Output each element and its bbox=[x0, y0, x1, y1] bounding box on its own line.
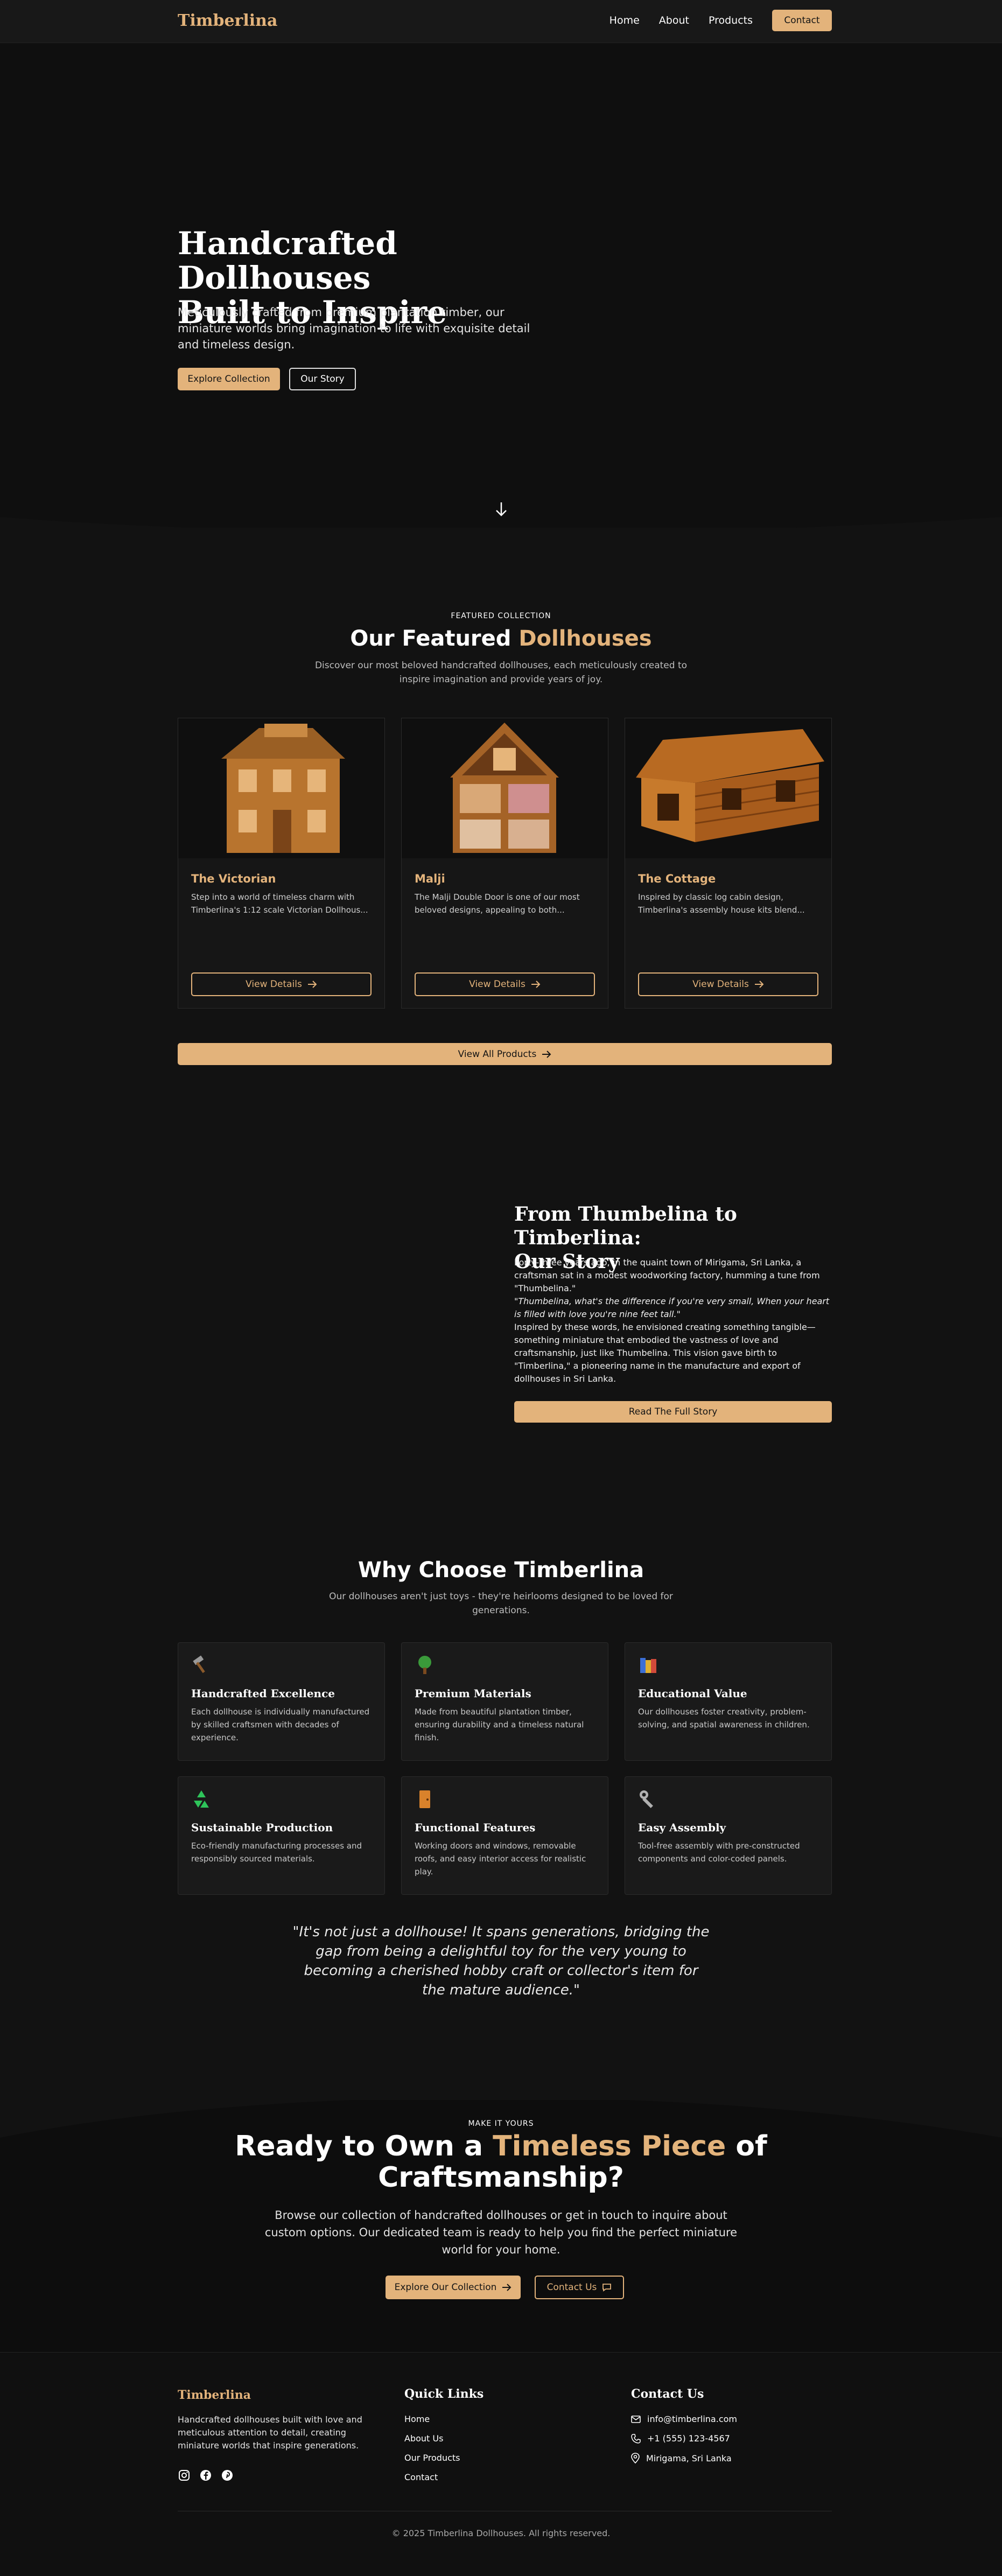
why-title: Why Choose Timberlina bbox=[358, 1558, 644, 1583]
footer-link-contact[interactable]: Contact bbox=[404, 2472, 438, 2482]
nav-link-about[interactable]: About bbox=[659, 15, 689, 26]
footer-phone[interactable]: +1 (555) 123-4567 bbox=[631, 2433, 730, 2444]
testimonial-quote: "It's not just a dollhouse! It spans gen… bbox=[292, 1924, 710, 1998]
feature-card: Educational Value Our dollhouses foster … bbox=[625, 1642, 832, 1761]
door-icon bbox=[415, 1789, 435, 1809]
nav-link-products[interactable]: Products bbox=[709, 15, 753, 26]
feature-description: Our dollhouses foster creativity, proble… bbox=[638, 1707, 810, 1730]
instagram-icon[interactable] bbox=[178, 2469, 191, 2482]
nav-links: Home About Products Contact bbox=[609, 10, 832, 31]
footer-about: Handcrafted dollhouses built with love a… bbox=[178, 2414, 362, 2451]
product-description: Step into a world of timeless charm with… bbox=[191, 892, 368, 915]
feature-card: Functional Features Working doors and wi… bbox=[401, 1776, 608, 1895]
pinterest-icon[interactable] bbox=[221, 2469, 234, 2482]
product-description: The Malji Double Door is one of our most… bbox=[415, 892, 580, 915]
feature-card: Easy Assembly Tool-free assembly with pr… bbox=[625, 1776, 832, 1895]
featured-eyebrow: FEATURED COLLECTION bbox=[451, 612, 551, 620]
view-all-products-button[interactable]: View All Products bbox=[178, 1043, 832, 1065]
view-details-button[interactable]: View Details bbox=[191, 972, 372, 996]
feature-card: Premium Materials Made from beautiful pl… bbox=[401, 1642, 608, 1761]
feature-title: Easy Assembly bbox=[638, 1821, 726, 1834]
feature-title: Sustainable Production bbox=[191, 1821, 333, 1834]
product-description: Inspired by classic log cabin design, Ti… bbox=[638, 892, 805, 915]
feature-card: Handcrafted Excellence Each dollhouse is… bbox=[178, 1642, 385, 1761]
arrow-right-icon bbox=[531, 981, 541, 988]
feature-title: Premium Materials bbox=[415, 1687, 531, 1700]
recycle-icon bbox=[191, 1789, 212, 1809]
hammer-icon bbox=[191, 1655, 212, 1675]
product-name[interactable]: Malji bbox=[415, 872, 445, 885]
footer-logo[interactable]: Timberlina bbox=[178, 2388, 251, 2402]
arrow-right-icon bbox=[502, 2284, 511, 2291]
cta-eyebrow: MAKE IT YOURS bbox=[468, 2119, 534, 2128]
product-card: The Cottage Inspired by classic log cabi… bbox=[625, 718, 832, 1009]
contact-title: Contact Us bbox=[631, 2387, 704, 2401]
feature-description: Eco-friendly manufacturing processes and… bbox=[191, 1841, 362, 1864]
scroll-down-icon[interactable] bbox=[495, 501, 508, 522]
explore-collection-button[interactable]: Explore Collection bbox=[178, 368, 280, 390]
nav-link-home[interactable]: Home bbox=[609, 15, 640, 26]
nav-contact-button[interactable]: Contact bbox=[772, 10, 832, 31]
product-image bbox=[402, 718, 608, 858]
why-subtitle: Our dollhouses aren't just toys - they'r… bbox=[329, 1591, 673, 1616]
phone-icon bbox=[631, 2433, 641, 2444]
feature-description: Each dollhouse is individually manufactu… bbox=[191, 1707, 370, 1742]
map-pin-icon bbox=[631, 2453, 640, 2463]
hero-subtitle: Meticulously crafted from premium planta… bbox=[178, 306, 530, 351]
story-text: Forty-three years ago, in the quaint tow… bbox=[514, 1257, 830, 1384]
site-footer bbox=[0, 2352, 1002, 2576]
copyright-text: © 2025 Timberlina Dollhouses. All rights… bbox=[391, 2528, 611, 2538]
brand-logo[interactable]: Timberlina bbox=[178, 11, 277, 30]
footer-location: Mirigama, Sri Lanka bbox=[631, 2453, 732, 2463]
quick-links-title: Quick Links bbox=[404, 2387, 484, 2401]
feature-description: Made from beautiful plantation timber, e… bbox=[415, 1707, 584, 1742]
cta-title: Ready to Own a Timeless Piece of Craftsm… bbox=[235, 2130, 767, 2194]
footer-link-products[interactable]: Our Products bbox=[404, 2453, 460, 2463]
footer-link-home[interactable]: Home bbox=[404, 2414, 430, 2424]
contact-us-button[interactable]: Contact Us bbox=[535, 2276, 624, 2299]
view-details-button[interactable]: View Details bbox=[638, 972, 818, 996]
mail-icon bbox=[631, 2415, 641, 2423]
featured-title: Our Featured Dollhouses bbox=[350, 626, 652, 651]
feature-description: Tool-free assembly with pre-constructed … bbox=[638, 1841, 800, 1864]
books-icon bbox=[638, 1655, 658, 1675]
feature-title: Handcrafted Excellence bbox=[191, 1687, 335, 1700]
product-image bbox=[178, 718, 384, 858]
our-story-button[interactable]: Our Story bbox=[289, 368, 356, 390]
product-name[interactable]: The Cottage bbox=[638, 872, 716, 885]
product-card: The Victorian Step into a world of timel… bbox=[178, 718, 385, 1009]
cta-subtitle: Browse our collection of handcrafted dol… bbox=[264, 2209, 738, 2256]
feature-card: Sustainable Production Eco-friendly manu… bbox=[178, 1776, 385, 1895]
feature-description: Working doors and windows, removable roo… bbox=[415, 1841, 586, 1877]
top-navbar: Timberlina Home About Products Contact bbox=[0, 0, 1002, 43]
product-image bbox=[625, 718, 831, 858]
featured-subtitle: Discover our most beloved handcrafted do… bbox=[314, 660, 688, 685]
footer-email[interactable]: info@timberlina.com bbox=[631, 2414, 737, 2424]
read-full-story-button[interactable]: Read The Full Story bbox=[514, 1401, 832, 1423]
tree-icon bbox=[415, 1655, 435, 1675]
wrench-icon bbox=[638, 1789, 658, 1809]
product-card: Malji The Malji Double Door is one of ou… bbox=[401, 718, 608, 1009]
product-name[interactable]: The Victorian bbox=[191, 872, 276, 885]
arrow-right-icon bbox=[754, 981, 764, 988]
feature-title: Educational Value bbox=[638, 1687, 747, 1700]
arrow-right-icon bbox=[307, 981, 317, 988]
view-details-button[interactable]: View Details bbox=[415, 972, 595, 996]
explore-our-collection-button[interactable]: Explore Our Collection bbox=[386, 2276, 521, 2299]
arrow-right-icon bbox=[542, 1050, 551, 1058]
chat-icon bbox=[602, 2284, 612, 2292]
feature-title: Functional Features bbox=[415, 1821, 536, 1834]
footer-link-about[interactable]: About Us bbox=[404, 2433, 443, 2444]
facebook-icon[interactable] bbox=[199, 2469, 212, 2482]
